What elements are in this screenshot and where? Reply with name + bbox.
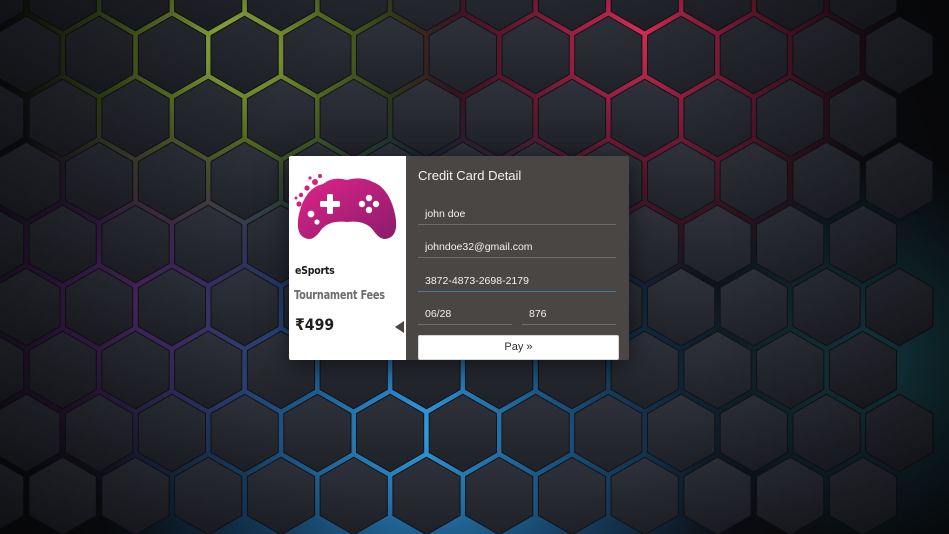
cvv-field-wrapper xyxy=(522,302,616,325)
cvv-input[interactable] xyxy=(522,303,616,325)
email-input[interactable] xyxy=(418,236,616,258)
gamepad-icon xyxy=(294,174,397,239)
card-number-input[interactable] xyxy=(418,270,616,292)
name-field-wrapper xyxy=(418,202,616,225)
card-number-field-wrapper xyxy=(418,269,616,292)
payment-card: eSports Tournament Fees ₹499 Credit Card… xyxy=(289,156,629,360)
name-input[interactable] xyxy=(418,203,616,225)
pay-button[interactable]: Pay » xyxy=(418,335,619,360)
expiry-input[interactable] xyxy=(418,303,512,325)
product-panel: eSports Tournament Fees ₹499 xyxy=(289,156,406,360)
email-field-wrapper xyxy=(418,235,616,258)
credit-card-form: Credit Card Detail Pay » xyxy=(406,156,629,360)
expiry-field-wrapper xyxy=(418,302,512,325)
product-title: eSports xyxy=(295,264,335,277)
pointer-arrow-icon xyxy=(395,321,404,333)
product-price: ₹499 xyxy=(295,315,335,334)
product-subtitle: Tournament Fees xyxy=(294,287,385,302)
form-title: Credit Card Detail xyxy=(418,168,522,183)
